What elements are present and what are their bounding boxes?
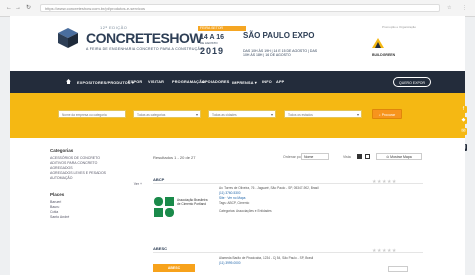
home-icon[interactable] xyxy=(66,79,71,84)
view-label: Vista xyxy=(343,155,351,159)
city-select[interactable]: Todas as cidades ▾ xyxy=(208,110,276,118)
listing-phone[interactable]: (11) 3999-0000 xyxy=(219,261,359,266)
brand-tagline: A FEIRA DE ENGENHARIA CONCRETO PARA A CO… xyxy=(86,47,204,51)
list-view-icon[interactable] xyxy=(365,154,370,159)
mail-icon[interactable]: ✉ xyxy=(460,128,467,135)
date-badge: FEIRA SETOR xyxy=(198,26,246,31)
listing-extra: Categorias: Associações e Entidades xyxy=(219,209,272,213)
chevron-down-icon: ▾ xyxy=(270,112,273,117)
share-icon[interactable]: ◆ xyxy=(460,117,467,124)
listing-logo[interactable]: ABESC xyxy=(153,258,209,275)
menu-item-expor[interactable]: EXPOR xyxy=(128,80,142,84)
reload-icon[interactable]: ↻ xyxy=(26,5,31,11)
logo-caption: Associação Brasileira de Cimento Portlan… xyxy=(177,198,208,206)
category-value: Todas as categorias xyxy=(137,113,166,117)
event-year: 2019 xyxy=(200,46,225,56)
listing-details: Av. Torres de Oliveira, 76 - Jaguaré, Sã… xyxy=(219,186,359,214)
abcp-logo-icon xyxy=(154,197,174,217)
menu-item-apoiadores[interactable]: APOIADORES xyxy=(202,80,230,84)
city-value: Todas as cidades xyxy=(212,113,237,117)
categories-title: Categorias xyxy=(50,148,74,153)
listing-logo[interactable]: Associação Brasileira de Cimento Portlan… xyxy=(153,188,209,230)
filter-sidebar: Categorias ACESSÓRIOS DE CONCRETO ADITIV… xyxy=(50,148,142,220)
menu-item-imprensa[interactable]: IMPRENSA ▾ xyxy=(232,80,257,85)
chevron-down-icon: ▾ xyxy=(356,112,359,117)
listing-badge xyxy=(388,266,408,272)
main-menu: EXPOSITORES/PRODUTOS ▾ EXPOR VISITAR PRO… xyxy=(10,71,465,93)
search-button-label: Procurar xyxy=(381,113,396,117)
menu-item-expositores[interactable]: EXPOSITORES/PRODUTOS ▾ xyxy=(77,80,134,85)
categories-more-link[interactable]: Ver + xyxy=(50,182,142,186)
menu-item-programacao[interactable]: PROGRAMAÇÃO xyxy=(172,80,205,84)
bookmark-star-icon[interactable]: ☆ xyxy=(447,5,451,11)
brand-name[interactable]: CONCRETESHOW xyxy=(86,30,203,46)
quero-expor-button[interactable]: QUERO EXPOR xyxy=(393,77,431,87)
keyword-input[interactable]: Nome da empresa ou categoria xyxy=(58,110,126,118)
keyword-placeholder: Nome da empresa ou categoria xyxy=(62,113,107,117)
back-icon[interactable]: ← xyxy=(6,5,12,11)
listing-title[interactable]: ABCP xyxy=(153,177,164,182)
state-value: Todos os estados xyxy=(288,113,313,117)
listing-details: Alameda Barão de Piracicaba, 1234 - Cj 5… xyxy=(219,256,359,266)
sort-select[interactable]: Nome xyxy=(301,153,329,160)
sort-label: Ordenar por xyxy=(283,155,302,159)
sponsor-name: BUILDGREEN xyxy=(372,53,396,57)
rating-stars[interactable]: ★★★★★ xyxy=(372,248,397,254)
event-month: DE AGOSTO xyxy=(200,41,218,45)
show-map-label: Mostrar Mapa xyxy=(390,155,412,159)
state-select[interactable]: Todos os estados ▾ xyxy=(284,110,362,118)
place-link[interactable]: Santo André xyxy=(50,215,142,220)
site-header: 12ª EDIÇÃO CONCRETESHOW A FEIRA DE ENGEN… xyxy=(10,16,465,71)
sponsor-label: Promoção e Organização xyxy=(382,25,417,29)
menu-item-app[interactable]: APP xyxy=(276,80,284,84)
sort-value: Nome xyxy=(304,155,314,159)
abesc-logo: ABESC xyxy=(153,264,195,272)
grid-view-icon[interactable] xyxy=(357,154,362,159)
chevron-down-icon: ▾ xyxy=(195,112,198,117)
facebook-icon[interactable]: f xyxy=(460,106,467,113)
menu-item-visitar[interactable]: VISITAR xyxy=(148,80,164,84)
event-days: 14 A 16 xyxy=(200,34,224,41)
listing-title[interactable]: ABESC xyxy=(153,246,167,251)
search-button[interactable]: ⌕ Procurar xyxy=(372,109,402,119)
venue-detail: DAS 10H ÀS 19H | 14 E 15 DE AGOSTO | DAS… xyxy=(243,49,318,57)
venue-title: SÃO PAULO EXPO xyxy=(243,31,315,40)
forward-icon[interactable]: → xyxy=(15,5,21,11)
sponsor-logo-icon[interactable] xyxy=(372,38,384,50)
results-count: Resultados 1 - 20 de 27 xyxy=(153,155,196,160)
category-select[interactable]: Todas as categorias ▾ xyxy=(133,110,201,118)
places-title: Places xyxy=(50,192,65,197)
browser-menu-icon[interactable]: ⋮ xyxy=(462,5,467,11)
address-bar[interactable]: https://www.concreteshow.com.br/pt/produ… xyxy=(40,4,440,12)
concrete-cube-logo-icon[interactable] xyxy=(56,26,80,50)
rating-stars[interactable]: ★★★★★ xyxy=(372,179,397,185)
search-filter-band: Nome da empresa ou categoria Todas as ca… xyxy=(10,93,465,138)
browser-toolbar: ← → ↻ https://www.concreteshow.com.br/pt… xyxy=(0,0,475,17)
category-link[interactable]: AUTOMAÇÃO xyxy=(50,176,142,181)
listing-tags: Tags: ABCP, Cimento xyxy=(219,201,250,205)
show-map-button[interactable]: ⊙ Mostrar Mapa xyxy=(376,153,422,160)
menu-item-info[interactable]: INFO xyxy=(262,80,272,84)
